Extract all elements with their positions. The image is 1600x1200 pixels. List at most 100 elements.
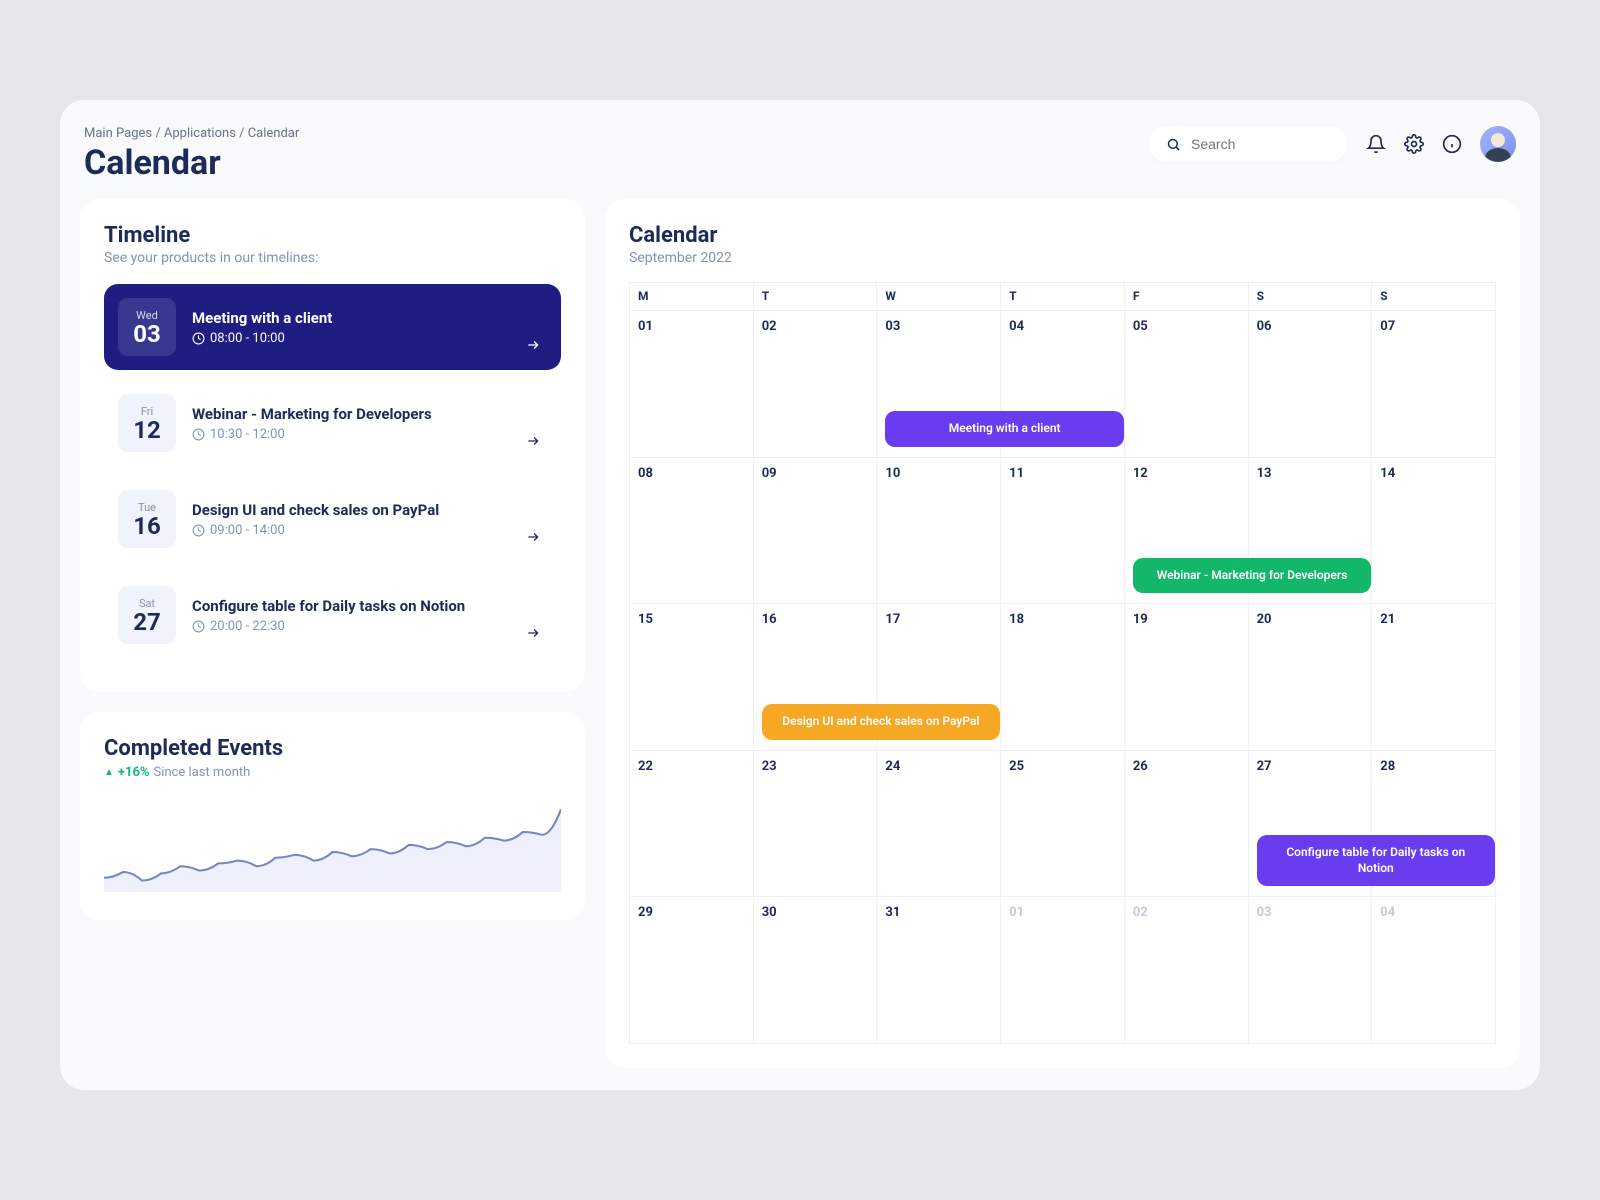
calendar-dow-header: T (754, 283, 878, 311)
completed-events-delta-row: ▲ +16% Since last month (104, 765, 561, 780)
calendar-daynum: 10 (885, 466, 992, 481)
calendar-cell[interactable]: 27Configure table for Daily tasks on Not… (1249, 751, 1373, 898)
bell-icon[interactable] (1366, 134, 1386, 154)
timeline-content: Configure table for Daily tasks on Notio… (192, 597, 547, 634)
avatar[interactable] (1480, 126, 1516, 162)
calendar-cell[interactable]: 31 (877, 897, 1001, 1044)
completed-events-delta: +16% (118, 765, 150, 780)
calendar-cell[interactable]: 01 (1001, 897, 1125, 1044)
arrow-right-icon[interactable] (523, 529, 543, 548)
timeline-item-time: 20:00 - 22:30 (192, 619, 547, 634)
calendar-daynum: 29 (638, 905, 745, 920)
arrow-right-icon[interactable] (523, 433, 543, 452)
calendar-cell[interactable]: 02 (1125, 897, 1249, 1044)
timeline-date-box: Sat 27 (118, 586, 176, 644)
calendar-cell[interactable]: 25 (1001, 751, 1125, 898)
timeline-item-title: Configure table for Daily tasks on Notio… (192, 597, 547, 615)
timeline-item-title: Meeting with a client (192, 309, 547, 327)
info-icon[interactable] (1442, 134, 1462, 154)
timeline-item[interactable]: Fri 12 Webinar - Marketing for Developer… (104, 380, 561, 466)
calendar-dow-header: W (877, 283, 1001, 311)
calendar-cell[interactable]: 03Meeting with a client (877, 311, 1001, 458)
calendar-daynum: 04 (1380, 905, 1487, 920)
calendar-cell[interactable]: 14 (1372, 458, 1496, 605)
arrow-right-icon[interactable] (523, 337, 543, 356)
calendar-dow-header: S (1249, 283, 1373, 311)
calendar-cell[interactable]: 05 (1125, 311, 1249, 458)
calendar-event[interactable]: Webinar - Marketing for Developers (1133, 558, 1371, 594)
search-input[interactable] (1191, 136, 1372, 152)
clock-icon (192, 428, 205, 441)
timeline-title: Timeline (104, 223, 561, 248)
calendar-cell[interactable]: 29 (630, 897, 754, 1044)
timeline-item-title: Webinar - Marketing for Developers (192, 405, 547, 423)
header-left: Main Pages / Applications / Calendar Cal… (84, 126, 299, 183)
calendar-daynum: 04 (1009, 319, 1116, 334)
timeline-item[interactable]: Wed 03 Meeting with a client 08:00 - 10:… (104, 284, 561, 370)
gear-icon[interactable] (1404, 134, 1424, 154)
timeline-item[interactable]: Sat 27 Configure table for Daily tasks o… (104, 572, 561, 658)
calendar-daynum: 03 (885, 319, 992, 334)
calendar-daynum: 26 (1133, 759, 1240, 774)
calendar-cell[interactable]: 24 (877, 751, 1001, 898)
calendar-daynum: 28 (1380, 759, 1487, 774)
search-icon (1166, 137, 1181, 152)
calendar-daynum: 30 (762, 905, 869, 920)
timeline-item[interactable]: Tue 16 Design UI and check sales on PayP… (104, 476, 561, 562)
timeline-daynum: 27 (133, 610, 161, 634)
calendar-daynum: 19 (1133, 612, 1240, 627)
calendar-cell[interactable]: 18 (1001, 604, 1125, 751)
calendar-cell[interactable]: 07 (1372, 311, 1496, 458)
timeline-card: Timeline See your products in our timeli… (80, 199, 585, 692)
calendar-cell[interactable]: 02 (754, 311, 878, 458)
calendar-daynum: 27 (1257, 759, 1364, 774)
calendar-cell[interactable]: 23 (754, 751, 878, 898)
calendar-cell[interactable]: 12Webinar - Marketing for Developers (1125, 458, 1249, 605)
calendar-cell[interactable]: 21 (1372, 604, 1496, 751)
calendar-cell[interactable]: 01 (630, 311, 754, 458)
calendar-cell[interactable]: 10 (877, 458, 1001, 605)
calendar-daynum: 02 (1133, 905, 1240, 920)
calendar-daynum: 11 (1009, 466, 1116, 481)
calendar-cell[interactable]: 15 (630, 604, 754, 751)
calendar-cell[interactable]: 20 (1249, 604, 1373, 751)
page-title: Calendar (84, 143, 299, 183)
calendar-daynum: 12 (1133, 466, 1240, 481)
calendar-card: Calendar September 2022 MTWTFSS010203Mee… (605, 199, 1520, 1068)
timeline-date-box: Tue 16 (118, 490, 176, 548)
calendar-event[interactable]: Configure table for Daily tasks on Notio… (1257, 835, 1495, 886)
calendar-event[interactable]: Meeting with a client (885, 411, 1123, 447)
calendar-cell[interactable]: 04 (1372, 897, 1496, 1044)
calendar-dow-header: S (1372, 283, 1496, 311)
breadcrumb[interactable]: Main Pages / Applications / Calendar (84, 126, 299, 141)
calendar-cell[interactable]: 16Design UI and check sales on PayPal (754, 604, 878, 751)
timeline-daynum: 12 (133, 418, 161, 442)
calendar-daynum: 06 (1257, 319, 1364, 334)
timeline-content: Design UI and check sales on PayPal 09:0… (192, 501, 547, 538)
calendar-cell[interactable]: 03 (1249, 897, 1373, 1044)
search-box[interactable] (1148, 126, 1348, 162)
calendar-daynum: 22 (638, 759, 745, 774)
calendar-daynum: 05 (1133, 319, 1240, 334)
calendar-cell[interactable]: 06 (1249, 311, 1373, 458)
app-body: Timeline See your products in our timeli… (80, 199, 1520, 1068)
calendar-cell[interactable]: 30 (754, 897, 878, 1044)
clock-icon (192, 332, 205, 345)
calendar-event[interactable]: Design UI and check sales on PayPal (762, 704, 1000, 740)
calendar-cell[interactable]: 22 (630, 751, 754, 898)
calendar-dow-header: M (630, 283, 754, 311)
calendar-daynum: 20 (1257, 612, 1364, 627)
calendar-daynum: 31 (885, 905, 992, 920)
timeline-item-time: 08:00 - 10:00 (192, 331, 547, 346)
calendar-cell[interactable]: 19 (1125, 604, 1249, 751)
app-window: Main Pages / Applications / Calendar Cal… (60, 100, 1540, 1090)
calendar-cell[interactable]: 08 (630, 458, 754, 605)
arrow-right-icon[interactable] (523, 625, 543, 644)
calendar-daynum: 01 (638, 319, 745, 334)
calendar-cell[interactable]: 09 (754, 458, 878, 605)
completed-events-since: Since last month (154, 765, 251, 780)
calendar-cell[interactable]: 26 (1125, 751, 1249, 898)
calendar-daynum: 25 (1009, 759, 1116, 774)
completed-events-chart (104, 792, 561, 892)
calendar-cell[interactable]: 11 (1001, 458, 1125, 605)
